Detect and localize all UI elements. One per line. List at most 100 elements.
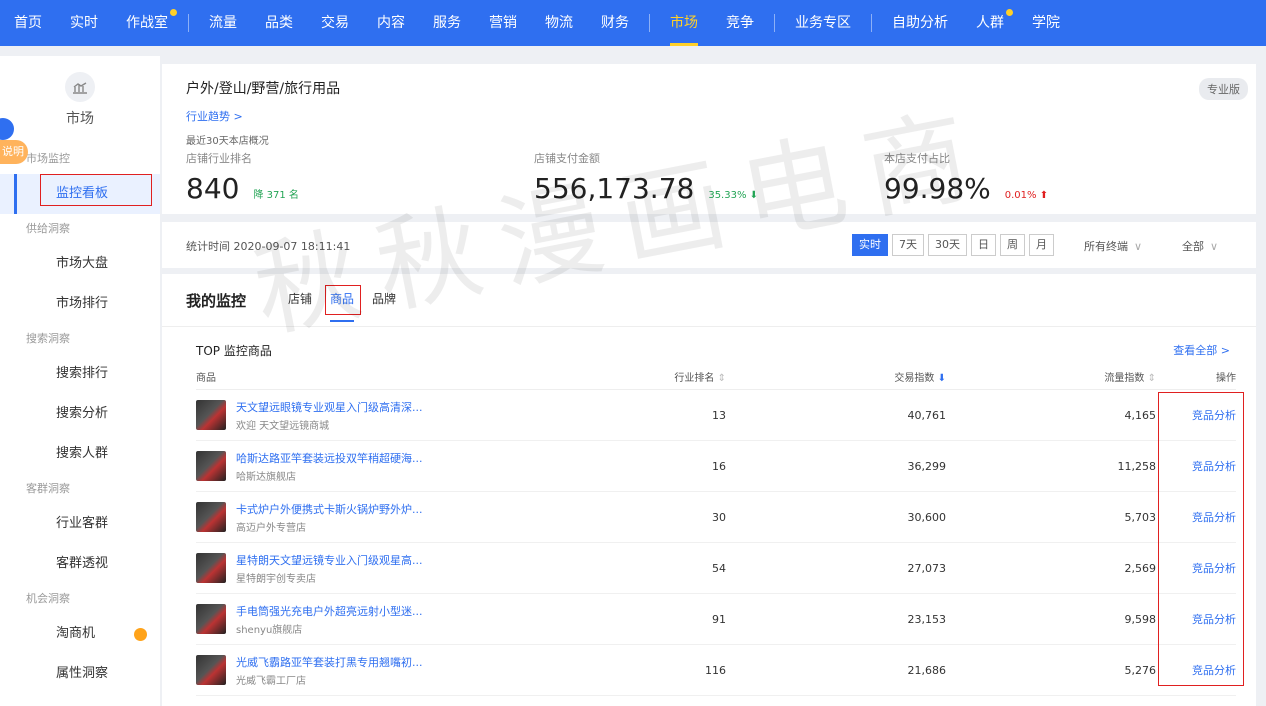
sidebar-group-label: 供给洞察 bbox=[26, 222, 70, 235]
stat-change: 降 371 名 bbox=[253, 190, 299, 201]
trade-index-value: 40,761 bbox=[907, 408, 947, 422]
nav-item-self-analysis[interactable]: 自助分析 bbox=[878, 0, 962, 46]
product-thumbnail[interactable] bbox=[196, 655, 226, 685]
stat-industry-rank: 店铺行业排名 840 降 371 名 bbox=[186, 150, 299, 205]
nav-item-academy[interactable]: 学院 bbox=[1018, 0, 1074, 46]
sort-down-icon: ⬇ bbox=[937, 373, 946, 384]
competitor-analysis-link[interactable]: 竞品分析 bbox=[1192, 613, 1236, 626]
flow-index-value: 9,598 bbox=[1124, 612, 1157, 626]
terminal-select[interactable]: 所有终端 ∨ bbox=[1084, 238, 1142, 254]
nav-item-business-zone[interactable]: 业务专区 bbox=[781, 0, 865, 46]
sidebar-item-monitor-board[interactable]: 监控看板 bbox=[0, 174, 160, 214]
highlight-box bbox=[325, 285, 362, 315]
nav-item-service[interactable]: 服务 bbox=[419, 0, 475, 46]
stat-label: 店铺行业排名 bbox=[186, 152, 252, 165]
stat-change: 0.01% ⬆ bbox=[1004, 190, 1049, 201]
time-tab-week[interactable]: 周 bbox=[1000, 234, 1025, 256]
sidebar-item-customer-insight[interactable]: 客群透视 bbox=[0, 544, 160, 584]
sidebar-item-opportunity[interactable]: 淘商机 bbox=[0, 614, 160, 654]
nav-item-trade[interactable]: 交易 bbox=[307, 0, 363, 46]
sidebar-item-market-overview[interactable]: 市场大盘 bbox=[0, 244, 160, 284]
nav-separator bbox=[188, 14, 189, 32]
nav-item-war-room[interactable]: 作战室 bbox=[112, 0, 182, 46]
nav-item-crowd[interactable]: 人群 bbox=[962, 0, 1018, 46]
sidebar-item-search-analysis[interactable]: 搜索分析 bbox=[0, 394, 160, 434]
product-thumbnail[interactable] bbox=[196, 502, 226, 532]
nav-separator bbox=[649, 14, 650, 32]
competitor-analysis-link[interactable]: 竞品分析 bbox=[1192, 511, 1236, 524]
category-title: 户外/登山/野营/旅行用品 bbox=[186, 81, 341, 97]
overview-panel: 户外/登山/野营/旅行用品 专业版 行业趋势 > 最近30天本店概况 店铺行业排… bbox=[162, 64, 1256, 214]
pro-badge[interactable]: 专业版 bbox=[1199, 78, 1248, 100]
product-thumbnail[interactable] bbox=[196, 553, 226, 583]
stat-label: 本店支付占比 bbox=[884, 152, 950, 165]
nav-item-traffic[interactable]: 流量 bbox=[195, 0, 251, 46]
monitor-title: 我的监控 bbox=[186, 292, 247, 310]
table-row: 天文望远眼镜专业观星入门级高清深... 欢迎 天文望远镜商城 13 40,761 … bbox=[196, 390, 1236, 441]
nav-item-realtime[interactable]: 实时 bbox=[56, 0, 112, 46]
col-operation: 操作 bbox=[1216, 373, 1236, 384]
nav-item-finance[interactable]: 财务 bbox=[587, 0, 643, 46]
table-header: 商品 行业排名 ⇕ 交易指数 ⬇ 流量指数 ⇕ 操作 bbox=[196, 364, 1236, 390]
product-name-link[interactable]: 星特朗天文望远镜专业入门级观星高... bbox=[236, 552, 423, 568]
sidebar-item-industry-customers[interactable]: 行业客群 bbox=[0, 504, 160, 544]
view-all-link[interactable]: 查看全部 > bbox=[1173, 342, 1230, 358]
monitor-panel: 我的监控 店铺 商品 品牌 TOP 监控商品 查看全部 > 商品 行业排名 ⇕ … bbox=[162, 274, 1256, 706]
time-tab-30d[interactable]: 30天 bbox=[928, 234, 967, 256]
nav-separator bbox=[774, 14, 775, 32]
tab-shop[interactable]: 店铺 bbox=[288, 290, 312, 316]
competitor-analysis-link[interactable]: 竞品分析 bbox=[1192, 562, 1236, 575]
stat-time: 统计时间 2020-09-07 18:11:41 bbox=[186, 240, 351, 253]
product-thumbnail[interactable] bbox=[196, 604, 226, 634]
product-name-link[interactable]: 卡式炉户外便携式卡斯火锅炉野外炉... bbox=[236, 501, 423, 517]
col-flow[interactable]: 流量指数 ⇕ bbox=[946, 369, 1156, 384]
product-thumbnail[interactable] bbox=[196, 400, 226, 430]
scope-select[interactable]: 全部 ∨ bbox=[1182, 238, 1218, 254]
help-tab[interactable]: 说明 bbox=[0, 140, 28, 164]
nav-item-content[interactable]: 内容 bbox=[363, 0, 419, 46]
col-rank[interactable]: 行业排名 ⇕ bbox=[666, 369, 726, 384]
product-name-link[interactable]: 手电筒强光充电户外超亮远射小型迷... bbox=[236, 603, 423, 619]
rank-value: 30 bbox=[712, 510, 726, 524]
monitor-tabs: 店铺 商品 品牌 bbox=[288, 285, 414, 322]
sidebar-item-market-ranking[interactable]: 市场排行 bbox=[0, 284, 160, 324]
competitor-analysis-link[interactable]: 竞品分析 bbox=[1192, 664, 1236, 677]
summary-label: 最近30天本店概况 bbox=[186, 136, 269, 147]
tab-brand[interactable]: 品牌 bbox=[372, 290, 396, 316]
product-name-link[interactable]: 哈斯达路亚竿套装远投双竿稍超硬海... bbox=[236, 450, 423, 466]
sidebar-title: 市场 bbox=[66, 111, 94, 127]
stat-payment-share: 本店支付占比 99.98% 0.01% ⬆ bbox=[884, 150, 1048, 205]
rank-value: 116 bbox=[705, 663, 726, 677]
product-thumbnail[interactable] bbox=[196, 451, 226, 481]
product-name-link[interactable]: 光威飞霸路亚竿套装打黑专用翘嘴初... bbox=[236, 654, 423, 670]
competitor-analysis-link[interactable]: 竞品分析 bbox=[1192, 409, 1236, 422]
divider bbox=[162, 326, 1256, 327]
rank-value: 91 bbox=[712, 612, 726, 626]
col-trade[interactable]: 交易指数 ⬇ bbox=[726, 369, 946, 384]
top-products-title: TOP 监控商品 bbox=[196, 344, 272, 358]
nav-item-logistics[interactable]: 物流 bbox=[531, 0, 587, 46]
product-name-link[interactable]: 天文望远眼镜专业观星入门级高清深... bbox=[236, 399, 423, 415]
sidebar-group-label: 客群洞察 bbox=[26, 482, 70, 495]
industry-trend-link[interactable]: 行业趋势 > bbox=[186, 108, 243, 124]
time-tab-7d[interactable]: 7天 bbox=[892, 234, 924, 256]
stat-payment-amount: 店铺支付金额 556,173.78 35.33% ⬇ bbox=[534, 150, 758, 205]
sidebar: 说明 市场 市场监控 监控看板 供给洞察 市场大盘 市场排行 搜索洞察 搜索排行… bbox=[0, 56, 160, 706]
tab-product[interactable]: 商品 bbox=[325, 285, 362, 322]
nav-item-market[interactable]: 市场 bbox=[656, 0, 712, 46]
competitor-analysis-link[interactable]: 竞品分析 bbox=[1192, 460, 1236, 473]
nav-separator bbox=[871, 14, 872, 32]
sidebar-item-attribute-insight[interactable]: 属性洞察 bbox=[0, 654, 160, 694]
notice-dot-icon bbox=[134, 628, 147, 641]
shop-name: 欢迎 天文望远镜商城 bbox=[236, 420, 330, 432]
time-tab-month[interactable]: 月 bbox=[1029, 234, 1054, 256]
nav-item-marketing[interactable]: 营销 bbox=[475, 0, 531, 46]
time-tab-day[interactable]: 日 bbox=[971, 234, 996, 256]
time-tab-realtime[interactable]: 实时 bbox=[852, 234, 888, 256]
nav-item-category[interactable]: 品类 bbox=[251, 0, 307, 46]
nav-item-competition[interactable]: 竞争 bbox=[712, 0, 768, 46]
sidebar-item-search-ranking[interactable]: 搜索排行 bbox=[0, 354, 160, 394]
sidebar-item-search-crowd[interactable]: 搜索人群 bbox=[0, 434, 160, 474]
top-nav: 首页 实时 作战室 流量 品类 交易 内容 服务 营销 物流 财务 市场 竞争 … bbox=[0, 0, 1266, 46]
nav-item-home[interactable]: 首页 bbox=[0, 0, 56, 46]
